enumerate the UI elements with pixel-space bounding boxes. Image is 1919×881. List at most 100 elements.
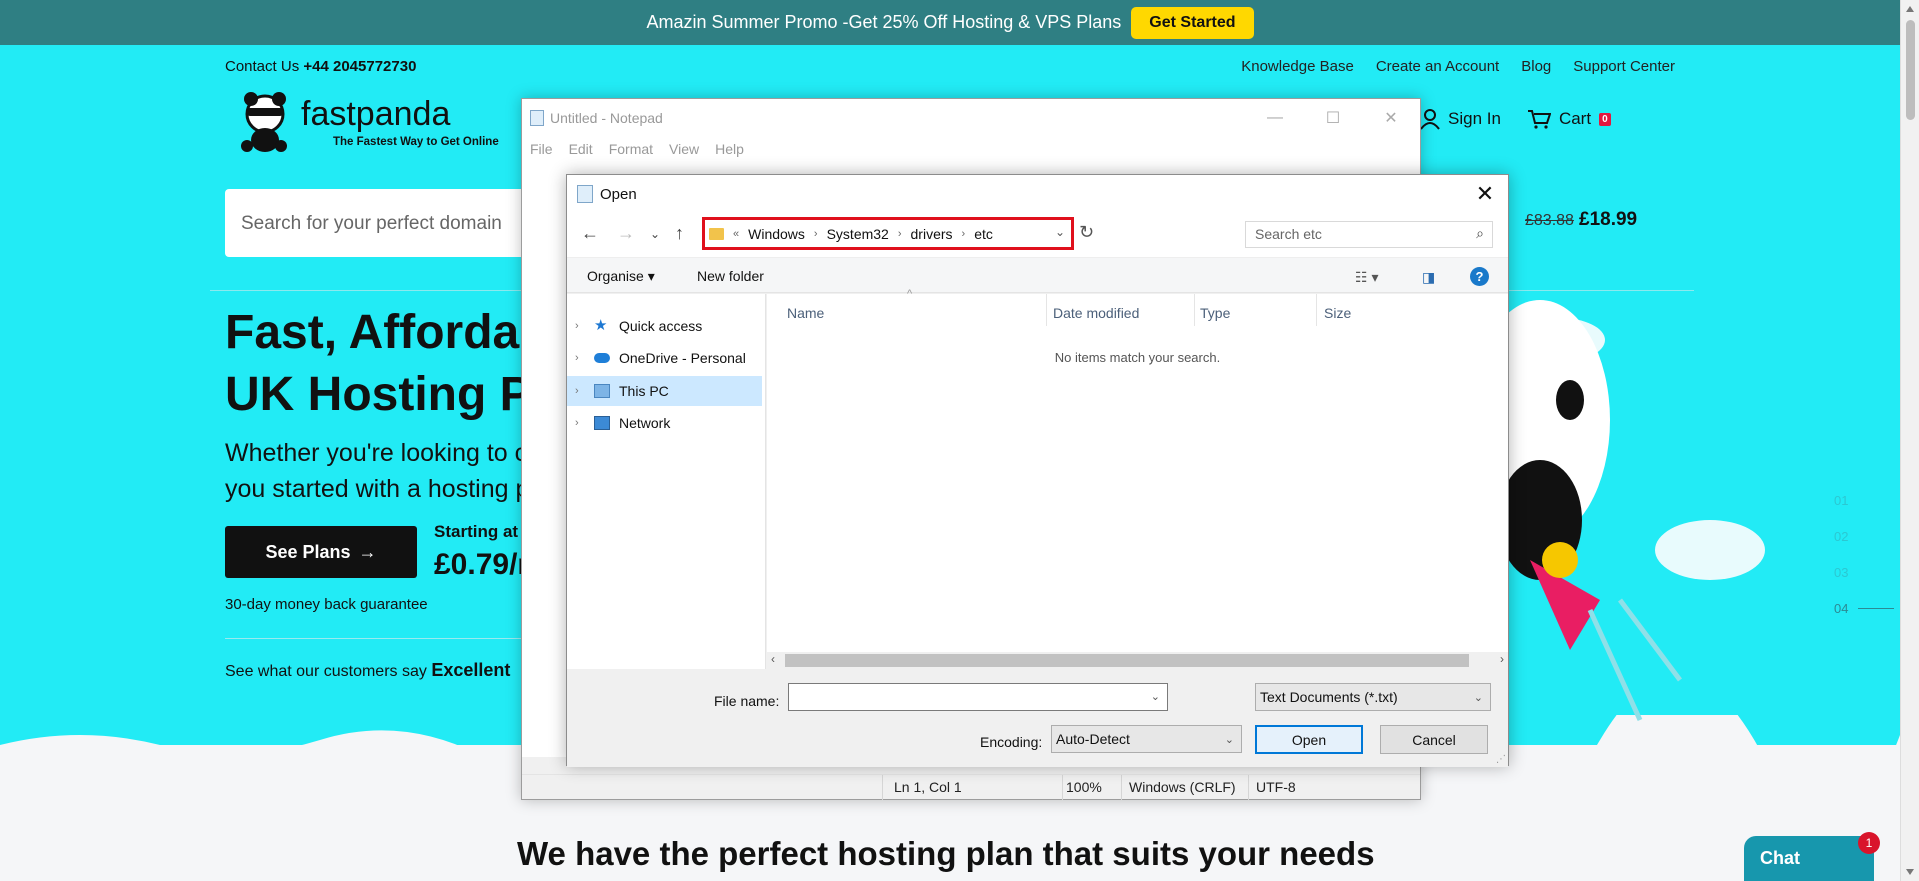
minimize-icon[interactable]: —: [1246, 99, 1304, 137]
file-list: ^ Name Date modified Type Size No items …: [767, 288, 1508, 669]
expand-chevron-icon[interactable]: ›: [575, 385, 585, 397]
breadcrumb-drivers[interactable]: drivers: [911, 226, 953, 242]
contact-label: Contact Us: [225, 58, 300, 75]
slide-indicator-1[interactable]: 01: [1834, 493, 1894, 508]
page-scrollbar[interactable]: [1900, 0, 1919, 881]
open-button[interactable]: Open: [1255, 725, 1363, 754]
file-type-dropdown-icon[interactable]: ⌄: [1474, 691, 1483, 704]
site-logo[interactable]: fastpanda The Fastest Way to Get Online: [235, 90, 499, 154]
recent-locations-chevron-icon[interactable]: ⌄: [650, 227, 660, 241]
hero-subtitle-line-2: you started with a hosting p: [225, 475, 530, 503]
status-separator: [1062, 775, 1063, 800]
search-icon[interactable]: ⌕: [1476, 225, 1484, 242]
breadcrumb-chevron-icon[interactable]: ›: [962, 228, 966, 240]
contact-phone[interactable]: +44 2045772730: [303, 58, 416, 75]
domain-old-price: £83.88: [1525, 212, 1574, 229]
dialog-title: Open: [600, 185, 637, 203]
encoding-dropdown-icon[interactable]: ⌄: [1225, 733, 1234, 746]
slide-indicator-4[interactable]: 04: [1834, 601, 1895, 616]
scroll-left-icon[interactable]: ‹: [771, 652, 775, 666]
menu-file[interactable]: File: [530, 141, 553, 157]
scroll-down-icon[interactable]: [1906, 869, 1914, 875]
expand-chevron-icon[interactable]: ›: [575, 320, 585, 332]
file-type-select[interactable]: Text Documents (*.txt) ⌄: [1255, 683, 1491, 711]
resize-grip-icon[interactable]: ⋰: [1496, 754, 1506, 765]
slide-indicator-2[interactable]: 02: [1834, 529, 1894, 544]
dialog-search-placeholder: Search etc: [1255, 226, 1322, 242]
file-name-input[interactable]: ⌄: [788, 683, 1168, 711]
column-separator[interactable]: [1194, 294, 1195, 326]
breadcrumb-system32[interactable]: System32: [827, 226, 889, 242]
tree-item-this-pc[interactable]: › This PC: [567, 376, 762, 406]
hero-title-line-1: Fast, Affordab: [225, 306, 545, 359]
status-zoom: 100%: [1066, 779, 1102, 795]
maximize-icon[interactable]: ☐: [1304, 99, 1362, 137]
back-arrow-icon[interactable]: ←: [581, 223, 599, 244]
dialog-command-bar: Organise ▾ New folder ☷ ▾ ◨ ?: [567, 257, 1508, 293]
domain-search-input[interactable]: Search for your perfect domain: [225, 189, 545, 257]
cart-link[interactable]: Cart 0: [1527, 109, 1611, 129]
link-knowledge-base[interactable]: Knowledge Base: [1241, 58, 1354, 75]
slide-indicator-4-label: 04: [1834, 601, 1849, 616]
organise-menu-button[interactable]: Organise ▾: [587, 268, 655, 285]
see-plans-label: See Plans: [265, 541, 351, 562]
notepad-statusbar: Ln 1, Col 1 100% Windows (CRLF) UTF-8: [522, 774, 1420, 800]
file-name-dropdown-icon[interactable]: ⌄: [1151, 690, 1160, 703]
get-started-button[interactable]: Get Started: [1131, 6, 1254, 39]
forward-arrow-icon[interactable]: →: [617, 223, 635, 244]
link-support-center[interactable]: Support Center: [1573, 58, 1675, 75]
menu-format[interactable]: Format: [609, 141, 653, 157]
breadcrumb-chevron-icon[interactable]: ›: [814, 228, 818, 240]
breadcrumb-windows[interactable]: Windows: [748, 226, 805, 242]
breadcrumb-etc[interactable]: etc: [974, 226, 993, 242]
column-separator[interactable]: [1316, 294, 1317, 326]
column-name[interactable]: Name: [787, 305, 824, 321]
cancel-button[interactable]: Cancel: [1380, 725, 1488, 754]
breadcrumb-chevron-icon[interactable]: ›: [898, 228, 902, 240]
hero-divider: [225, 638, 545, 639]
expand-chevron-icon[interactable]: ›: [575, 352, 585, 364]
encoding-select[interactable]: Auto-Detect ⌄: [1051, 725, 1242, 753]
file-list-hscrollbar[interactable]: ‹ ›: [767, 652, 1508, 669]
hscroll-thumb[interactable]: [785, 654, 1469, 667]
help-icon[interactable]: ?: [1470, 267, 1489, 286]
user-nav: Sign In Cart 0: [1420, 108, 1611, 130]
menu-view[interactable]: View: [669, 141, 699, 157]
encoding-label: Encoding:: [980, 734, 1043, 750]
column-separator[interactable]: [1046, 294, 1047, 326]
chat-button[interactable]: Chat 1: [1744, 832, 1880, 881]
column-date-modified[interactable]: Date modified: [1053, 305, 1139, 321]
new-folder-button[interactable]: New folder: [697, 268, 764, 284]
dialog-search-input[interactable]: Search etc ⌕: [1245, 221, 1493, 248]
scrollbar-thumb[interactable]: [1906, 20, 1915, 120]
link-create-account[interactable]: Create an Account: [1376, 58, 1499, 75]
path-overflow-icon[interactable]: «: [733, 228, 739, 240]
refresh-icon[interactable]: ↻: [1079, 222, 1094, 243]
scroll-right-icon[interactable]: ›: [1500, 652, 1504, 666]
status-separator: [1248, 775, 1249, 800]
slide-indicator-3[interactable]: 03: [1834, 565, 1894, 580]
address-bar[interactable]: « Windows › System32 › drivers › etc ⌄: [702, 217, 1074, 250]
column-size[interactable]: Size: [1324, 305, 1351, 321]
link-blog[interactable]: Blog: [1521, 58, 1551, 75]
menu-help[interactable]: Help: [715, 141, 744, 157]
change-view-icon[interactable]: ☷ ▾: [1355, 269, 1378, 286]
encoding-value: Auto-Detect: [1056, 731, 1130, 747]
preview-pane-icon[interactable]: ◨: [1422, 269, 1435, 286]
tree-item-onedrive[interactable]: › OneDrive - Personal: [567, 343, 762, 373]
sign-in-link[interactable]: Sign In: [1420, 108, 1501, 130]
up-arrow-icon[interactable]: ↑: [675, 223, 684, 244]
logo-wordmark: fastpanda: [301, 94, 451, 133]
tree-item-network[interactable]: › Network: [567, 408, 762, 438]
dialog-close-icon[interactable]: ✕: [1462, 175, 1508, 213]
expand-chevron-icon[interactable]: ›: [575, 417, 585, 429]
see-plans-button[interactable]: See Plans →: [225, 526, 417, 578]
navigation-pane: › ★ Quick access › OneDrive - Personal ›…: [567, 294, 766, 669]
address-dropdown-icon[interactable]: ⌄: [1055, 225, 1065, 239]
close-icon[interactable]: ✕: [1362, 99, 1420, 137]
organise-label: Organise: [587, 268, 644, 284]
tree-item-quick-access[interactable]: › ★ Quick access: [567, 311, 762, 341]
column-type[interactable]: Type: [1200, 305, 1230, 321]
scroll-up-icon[interactable]: [1906, 6, 1914, 12]
menu-edit[interactable]: Edit: [569, 141, 593, 157]
